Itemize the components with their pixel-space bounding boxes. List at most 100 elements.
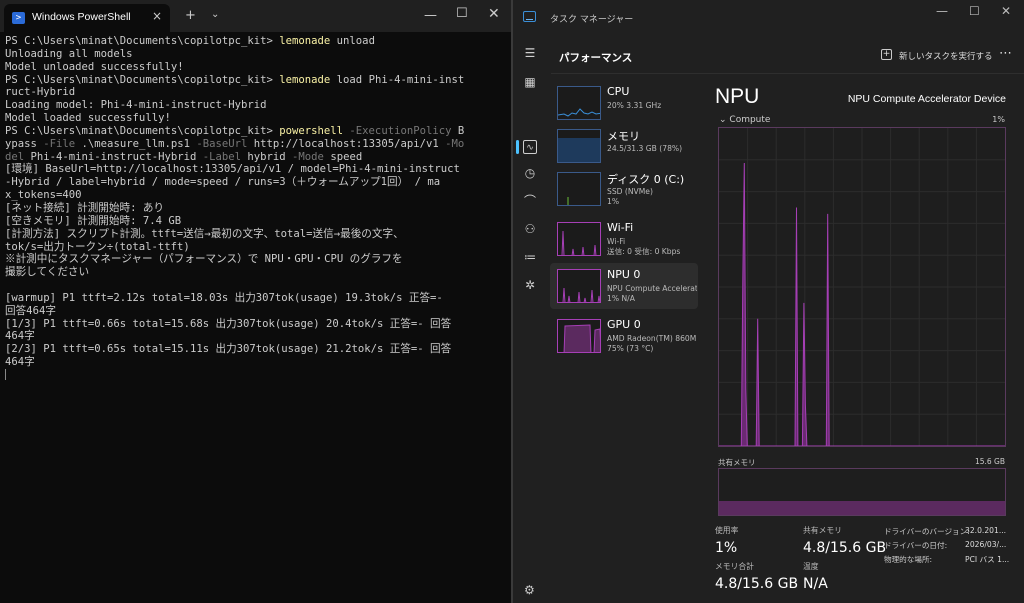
- detail-title: NPU: [715, 85, 760, 108]
- perf-item-sub2: 送信: 0 受信: 0 Kbps: [607, 247, 681, 256]
- output-text: PS C:\Users\minat\Documents\copilotpc_ki…: [5, 73, 280, 86]
- output-text: Model unloaded successfully!: [5, 60, 184, 73]
- command-token: lemonade: [279, 35, 331, 47]
- output-text: [warmup] P1 ttft=2.12s total=18.03s 出力30…: [5, 291, 450, 304]
- run-new-task-button[interactable]: + 新しいタスクを実行する: [881, 48, 993, 64]
- output-text: 464字: [5, 356, 35, 369]
- output-text: 回答464字: [5, 304, 56, 317]
- tab-title: Windows PowerShell: [32, 11, 131, 23]
- terminal-output[interactable]: PS C:\Users\minat\Documents\copilotpc_ki…: [5, 35, 505, 382]
- perf-item-disk[interactable]: ディスク 0 (C:) SSD (NVMe) 1%: [550, 166, 698, 212]
- terminal-line: 撮影してください: [5, 266, 505, 279]
- performance-icon[interactable]: ∿: [523, 140, 537, 154]
- new-tab-button[interactable]: +: [185, 8, 196, 23]
- powershell-tab[interactable]: > Windows PowerShell ×: [4, 4, 170, 32]
- npu-compute-graph: [718, 127, 1006, 447]
- perf-item-name: メモリ: [607, 130, 640, 143]
- processes-icon[interactable]: ▦: [523, 75, 537, 89]
- perf-item-detail: 24.5/31.3 GB (78%): [607, 144, 697, 154]
- driver-version-label: ドライバーのバージョン:: [884, 527, 970, 536]
- run-new-task-label: 新しいタスクを実行する: [899, 52, 993, 62]
- terminal-line: Unloading all models: [5, 48, 505, 61]
- details-icon[interactable]: ≔: [523, 250, 537, 264]
- perf-item-sub1: 20% 3.31 GHz: [607, 101, 662, 110]
- output-text: Phi-4-mini-instruct-Hybrid: [24, 150, 203, 163]
- shared-memory-label: 共有メモリ: [718, 458, 756, 467]
- perf-item-name: Wi-Fi: [607, 221, 634, 234]
- task-manager-titlebar: タスク マネージャー — ☐ ✕: [513, 0, 1024, 34]
- settings-gear-icon[interactable]: ⚙: [524, 583, 535, 597]
- terminal-line: [1/3] P1 ttft=0.66s total=15.68s 出力307to…: [5, 318, 505, 331]
- perf-item-wifi[interactable]: Wi-Fi Wi-Fi 送信: 0 受信: 0 Kbps: [550, 216, 698, 262]
- tab-dropdown-icon[interactable]: ⌄: [211, 9, 219, 20]
- compute-label: Compute: [729, 115, 771, 125]
- perf-item-cpu[interactable]: CPU 20% 3.31 GHz: [550, 80, 698, 126]
- minimize-icon[interactable]: —: [424, 8, 437, 23]
- terminal-line: PS C:\Users\minat\Documents\copilotpc_ki…: [5, 125, 505, 138]
- perf-thumbnail-graph: [557, 269, 601, 303]
- perf-item-sub1: 24.5/31.3 GB (78%): [607, 144, 683, 153]
- parameter-token: -File: [43, 137, 76, 150]
- close-icon[interactable]: ✕: [1001, 4, 1011, 18]
- output-text: Loading model: Phi-4-mini-instruct-Hybri…: [5, 99, 267, 112]
- output-text: [2/3] P1 ttft=0.65s total=15.11s 出力307to…: [5, 343, 452, 356]
- perf-thumbnail-graph: [557, 319, 601, 353]
- output-text: [計測方法] スクリプト計測。ttft=送信→最初の文字、total=送信→最後…: [5, 227, 404, 240]
- perf-item-npu[interactable]: NPU 0 NPU Compute Accelerator Device1% N/…: [550, 263, 698, 309]
- perf-item-memory[interactable]: メモリ 24.5/31.3 GB (78%): [550, 123, 698, 169]
- perf-item-detail: 20% 3.31 GHz: [607, 101, 697, 111]
- window-title: タスク マネージャー: [550, 15, 634, 25]
- close-tab-icon[interactable]: ×: [152, 9, 162, 23]
- users-icon[interactable]: ⚇: [523, 222, 537, 236]
- terminal-line: ypass -File .\measure_llm.ps1 -BaseUrl h…: [5, 138, 505, 151]
- terminal-line: [warmup] P1 ttft=2.12s total=18.03s 出力30…: [5, 292, 505, 305]
- perf-item-detail: NPU Compute Accelerator Device1% N/A: [607, 284, 697, 304]
- powershell-titlebar: > Windows PowerShell × + ⌄ — ☐ ✕: [0, 0, 511, 32]
- perf-item-sub2: 1%: [607, 197, 620, 206]
- nav-rail: ☰ ▦ ∿ ◷ ⌒ ⚇ ≔ ✲: [513, 36, 547, 603]
- minimize-icon[interactable]: —: [936, 4, 948, 18]
- terminal-line: [2/3] P1 ttft=0.65s total=15.11s 出力307to…: [5, 343, 505, 356]
- perf-thumbnail-graph: [557, 222, 601, 256]
- terminal-line: PS C:\Users\minat\Documents\copilotpc_ki…: [5, 74, 505, 87]
- shared-memory-max: 15.6 GB: [974, 457, 1005, 466]
- shared-memory-bar: [718, 468, 1006, 516]
- perf-thumbnail-graph: [557, 129, 601, 163]
- terminal-line: PS C:\Users\minat\Documents\copilotpc_ki…: [5, 35, 505, 48]
- perf-item-detail: Wi-Fi 送信: 0 受信: 0 Kbps: [607, 237, 697, 257]
- services-icon[interactable]: ✲: [523, 278, 537, 292]
- compute-dropdown[interactable]: ⌄ Compute: [719, 115, 770, 125]
- output-text: .\measure_llm.ps1: [75, 137, 197, 150]
- parameter-token: -Mo: [445, 137, 465, 150]
- driver-date-label: ドライバーの日付:: [884, 541, 948, 550]
- perf-item-gpu[interactable]: GPU 0 AMD Radeon(TM) 860M 75% (73 °C): [550, 313, 698, 359]
- driver-version-value: 32.0.201...: [965, 526, 1007, 535]
- output-text: Unloading all models: [5, 47, 133, 60]
- output-text: load Phi-4-mini-inst: [330, 73, 465, 86]
- stat-value: N/A: [803, 576, 828, 592]
- output-text: [環境] BaseUrl=http://localhost:13305/api/…: [5, 163, 460, 176]
- more-options-icon[interactable]: ⋯: [999, 46, 1012, 61]
- thumbnail-svg: [562, 287, 600, 302]
- stat-label: 使用率: [715, 526, 739, 535]
- maximize-icon[interactable]: ☐: [969, 4, 980, 18]
- stat-label: メモリ合計: [715, 562, 754, 571]
- startup-apps-icon[interactable]: ⌒: [523, 194, 537, 208]
- terminal-line: 464字: [5, 356, 505, 369]
- app-history-icon[interactable]: ◷: [523, 166, 537, 180]
- terminal-line: Loading model: Phi-4-mini-instruct-Hybri…: [5, 99, 505, 112]
- terminal-line: 464字: [5, 330, 505, 343]
- maximize-icon[interactable]: ☐: [456, 6, 468, 21]
- output-text: x_tokens=400: [5, 189, 82, 202]
- hamburger-menu-icon[interactable]: ☰: [523, 46, 537, 60]
- parameter-token: del: [5, 150, 25, 163]
- output-text: speed: [323, 150, 363, 163]
- npu-graph-svg: [719, 128, 1005, 447]
- shared-memory-fill: [719, 500, 1005, 515]
- output-text: [空きメモリ] 計測開始時: 7.4 GB: [5, 214, 182, 227]
- close-icon[interactable]: ✕: [488, 6, 500, 22]
- perf-item-sub2: 75% (73 °C): [607, 344, 654, 353]
- stat-label: 温度: [803, 562, 819, 571]
- output-text: [ネット接続] 計測開始時: あり: [5, 201, 165, 214]
- output-text: Model loaded successfully!: [5, 112, 171, 125]
